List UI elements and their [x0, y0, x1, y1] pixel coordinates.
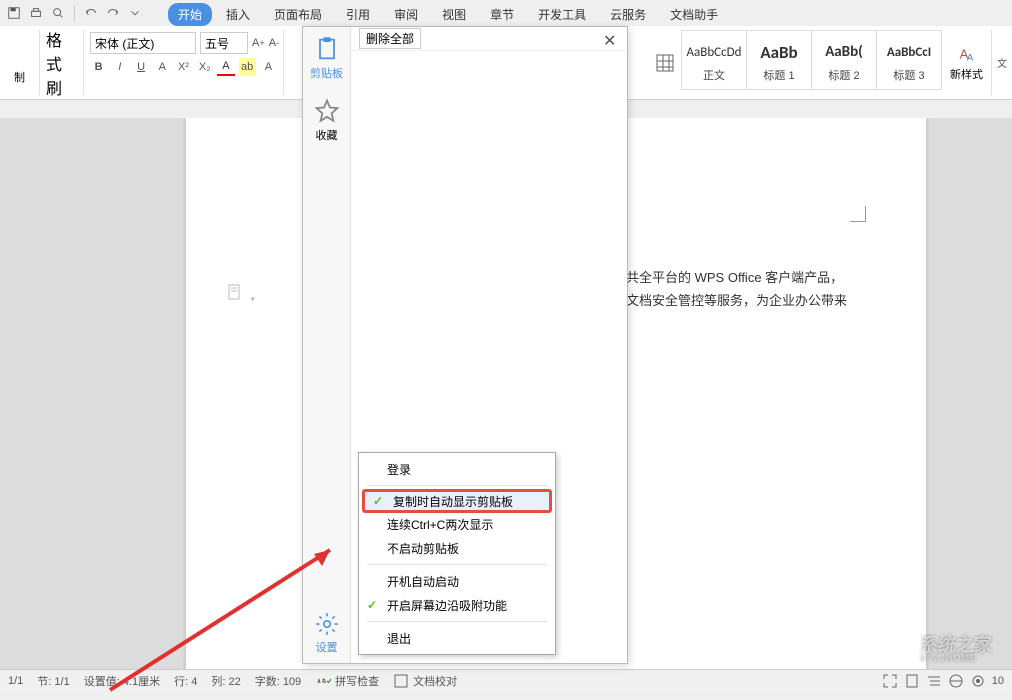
settings-menu: 登录 ✓ 复制时自动显示剪贴板 连续Ctrl+C两次显示 不启动剪贴板 开机自动… — [358, 452, 556, 655]
style-heading3[interactable]: AaBbCcI 标题 3 — [876, 30, 942, 90]
check-icon: ✓ — [367, 598, 377, 612]
tab-review[interactable]: 审阅 — [384, 3, 428, 26]
decrease-font-icon[interactable]: A- — [269, 34, 279, 52]
style-normal[interactable]: AaBbCcDd 正文 — [681, 30, 747, 90]
style-preview: AaBb( — [825, 37, 863, 67]
menu-separator — [367, 564, 547, 565]
new-style-icon: AA — [956, 44, 978, 66]
doc-line-1: 共全平台的 WPS Office 客户端产品， — [626, 266, 847, 289]
style-label: 标题 3 — [893, 67, 924, 83]
menu-separator — [367, 485, 547, 486]
styles-expand[interactable]: 文 — [992, 30, 1012, 95]
margin-marker — [850, 206, 866, 222]
spellcheck-icon — [315, 673, 331, 689]
tab-references[interactable]: 引用 — [336, 3, 380, 26]
menu-login[interactable]: 登录 — [359, 457, 555, 481]
favorites-tab[interactable]: 收藏 — [313, 97, 341, 143]
status-proofread[interactable]: 文档校对 — [393, 673, 457, 689]
quick-access-toolbar: 开始 插入 页面布局 引用 审阅 视图 章节 开发工具 云服务 文档助手 — [0, 0, 1012, 26]
status-bar: 1/1 节: 1/1 设置值: 4.1厘米 行: 4 列: 22 字数: 109… — [0, 669, 1012, 691]
new-style-group[interactable]: AA 新样式 — [942, 30, 992, 95]
svg-text:A: A — [967, 52, 974, 62]
status-words[interactable]: 字数: 109 — [255, 673, 301, 689]
proofread-icon — [393, 673, 409, 689]
tab-insert[interactable]: 插入 — [216, 3, 260, 26]
clear-format-button[interactable]: A — [260, 58, 277, 76]
menu-exit[interactable]: 退出 — [359, 626, 555, 650]
menu-autostart[interactable]: 开机自动启动 — [359, 569, 555, 593]
outline-view-icon[interactable] — [926, 673, 942, 689]
status-position[interactable]: 设置值: 4.1厘米 — [84, 673, 160, 689]
statusbar-right: 10 — [882, 673, 1004, 689]
fullscreen-icon[interactable] — [882, 673, 898, 689]
table-icon-group[interactable] — [649, 30, 681, 95]
underline-button[interactable]: U — [132, 58, 149, 76]
reading-view-icon[interactable] — [970, 673, 986, 689]
increase-font-icon[interactable]: A+ — [252, 34, 265, 52]
document-text: 共全平台的 WPS Office 客户端产品， 文档安全管控等服务，为企业办公带… — [626, 266, 847, 313]
menu-separator — [367, 621, 547, 622]
ribbon-tabs: 开始 插入 页面布局 引用 审阅 视图 章节 开发工具 云服务 文档助手 — [4, 2, 728, 26]
clipboard-header: 删除全部 — [351, 27, 627, 51]
style-preview: AaBbCcDd — [687, 37, 742, 67]
doc-line-2: 文档安全管控等服务，为企业办公带来 — [626, 289, 847, 312]
highlight-button[interactable]: ab — [239, 58, 256, 76]
fontcolor-button[interactable]: A — [217, 58, 234, 76]
style-preview: AaBb — [760, 37, 797, 67]
menu-ctrl-c-twice[interactable]: 连续Ctrl+C两次显示 — [359, 512, 555, 536]
format-painter-group[interactable]: 格式刷 — [40, 30, 84, 95]
settings-label: 设置 — [316, 639, 338, 655]
style-label: 标题 2 — [828, 67, 859, 83]
status-spellcheck[interactable]: 拼写检查 — [315, 673, 379, 689]
favorites-tab-label: 收藏 — [316, 127, 338, 143]
font-name-select[interactable] — [90, 32, 196, 54]
status-section[interactable]: 节: 1/1 — [37, 673, 69, 689]
new-style-label: 新样式 — [950, 66, 983, 82]
tab-layout[interactable]: 页面布局 — [264, 3, 332, 26]
menu-disable-clipboard[interactable]: 不启动剪贴板 — [359, 536, 555, 560]
clipboard-panel-tabs: 剪贴板 收藏 设置 — [303, 27, 351, 663]
menu-auto-show-clipboard[interactable]: ✓ 复制时自动显示剪贴板 — [362, 489, 552, 513]
copy-group: 制 — [0, 30, 40, 95]
web-layout-icon[interactable] — [948, 673, 964, 689]
tab-start[interactable]: 开始 — [168, 3, 212, 26]
style-heading1[interactable]: AaBb 标题 1 — [746, 30, 812, 90]
status-col[interactable]: 列: 22 — [211, 673, 240, 689]
clipboard-tab[interactable]: 剪贴板 — [310, 35, 343, 81]
style-heading2[interactable]: AaBb( 标题 2 — [811, 30, 877, 90]
copy-label: 制 — [14, 69, 25, 85]
clipboard-tab-label: 剪贴板 — [310, 65, 343, 81]
super-button[interactable]: X² — [175, 58, 192, 76]
strike-button[interactable]: A — [154, 58, 171, 76]
tab-cloud[interactable]: 云服务 — [600, 3, 656, 26]
zoom-value[interactable]: 10 — [992, 675, 1004, 687]
italic-button[interactable]: I — [111, 58, 128, 76]
tab-sections[interactable]: 章节 — [480, 3, 524, 26]
tab-devtools[interactable]: 开发工具 — [528, 3, 596, 26]
sub-button[interactable]: X₂ — [196, 58, 213, 76]
clear-all-button[interactable]: 删除全部 — [359, 28, 421, 49]
font-size-select[interactable] — [200, 32, 248, 54]
font-group: A+ A- B I U A X² X₂ A ab A — [84, 30, 284, 95]
check-icon: ✓ — [373, 494, 383, 508]
star-icon — [313, 97, 341, 125]
table-icon — [655, 53, 675, 73]
menu-edge-dock[interactable]: ✓ 开启屏幕边沿吸附功能 — [359, 593, 555, 617]
status-page[interactable]: 1/1 — [8, 675, 23, 687]
styles-gallery: AaBbCcDd 正文 AaBb 标题 1 AaBb( 标题 2 AaBbCcI… — [681, 30, 942, 95]
format-painter-label: 格式刷 — [46, 27, 77, 99]
paragraph-marker-icon: ▾ — [226, 282, 255, 307]
style-preview: AaBbCcI — [887, 37, 931, 67]
style-label: 标题 1 — [763, 67, 794, 83]
bold-button[interactable]: B — [90, 58, 107, 76]
gear-icon — [314, 611, 340, 637]
print-layout-icon[interactable] — [904, 673, 920, 689]
style-label: 正文 — [703, 67, 725, 83]
clipboard-icon — [313, 35, 341, 63]
settings-button[interactable]: 设置 — [314, 611, 340, 655]
status-row[interactable]: 行: 4 — [174, 673, 197, 689]
tab-assistant[interactable]: 文档助手 — [660, 3, 728, 26]
tab-view[interactable]: 视图 — [432, 3, 476, 26]
